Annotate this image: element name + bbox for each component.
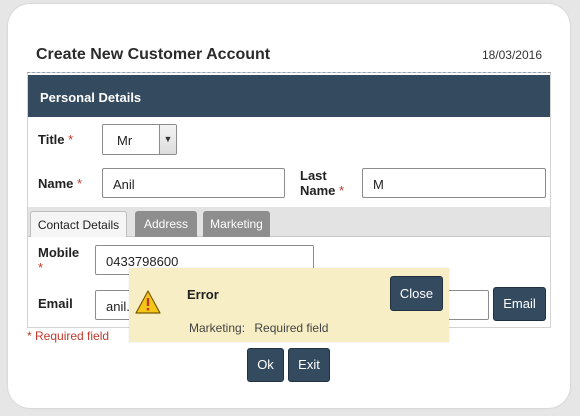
email-label: Email <box>38 296 73 311</box>
close-button[interactable]: Close <box>390 276 443 311</box>
title-select-value: Mr <box>117 133 133 148</box>
last-name-label-line2: Name <box>300 183 336 198</box>
warning-icon <box>135 290 161 314</box>
error-popup: Error Marketing: Required field Close <box>129 268 449 342</box>
last-name-label-line1: Last <box>300 168 327 183</box>
required-field-note: * Required field <box>27 329 110 343</box>
tab-address[interactable]: Address <box>135 211 197 237</box>
mobile-input-value: 0433798600 <box>106 254 179 269</box>
email-button[interactable]: Email <box>493 287 546 321</box>
required-asterisk: * <box>38 260 44 275</box>
last-name-label: Last Name * <box>300 168 344 198</box>
page-date: 18/03/2016 <box>481 48 542 62</box>
ok-button[interactable]: Ok <box>247 348 284 382</box>
tab-contact-details[interactable]: Contact Details <box>30 211 127 237</box>
last-name-input-value: M <box>373 177 384 192</box>
title-label-text: Title <box>38 132 65 147</box>
title-select[interactable]: Mr ▼ <box>102 124 177 155</box>
name-label: Name * <box>38 176 82 191</box>
error-popup-title: Error <box>187 287 219 302</box>
error-field-name: Marketing: <box>189 321 246 335</box>
mobile-label: Mobile * <box>38 245 79 275</box>
error-message-text: Required field <box>254 321 329 335</box>
name-input-value: Anil <box>113 177 135 192</box>
name-input[interactable]: Anil <box>102 168 285 198</box>
error-popup-message: Marketing: Required field <box>189 321 328 335</box>
last-name-input[interactable]: M <box>362 168 546 198</box>
name-label-text: Name <box>38 176 74 191</box>
required-asterisk: * <box>77 176 83 191</box>
required-asterisk: * <box>68 132 74 147</box>
chevron-down-icon[interactable]: ▼ <box>159 125 176 154</box>
tab-marketing[interactable]: Marketing <box>203 211 270 237</box>
section-header: Personal Details <box>28 75 550 117</box>
tabs-bar: Contact Details Address Marketing <box>28 207 550 237</box>
email-input-value: anil. <box>106 299 130 314</box>
exit-button[interactable]: Exit <box>288 348 330 382</box>
required-asterisk: * <box>339 183 345 198</box>
page-title: Create New Customer Account <box>36 46 271 63</box>
mobile-label-text: Mobile <box>38 245 80 260</box>
title-label: Title * <box>38 132 73 147</box>
